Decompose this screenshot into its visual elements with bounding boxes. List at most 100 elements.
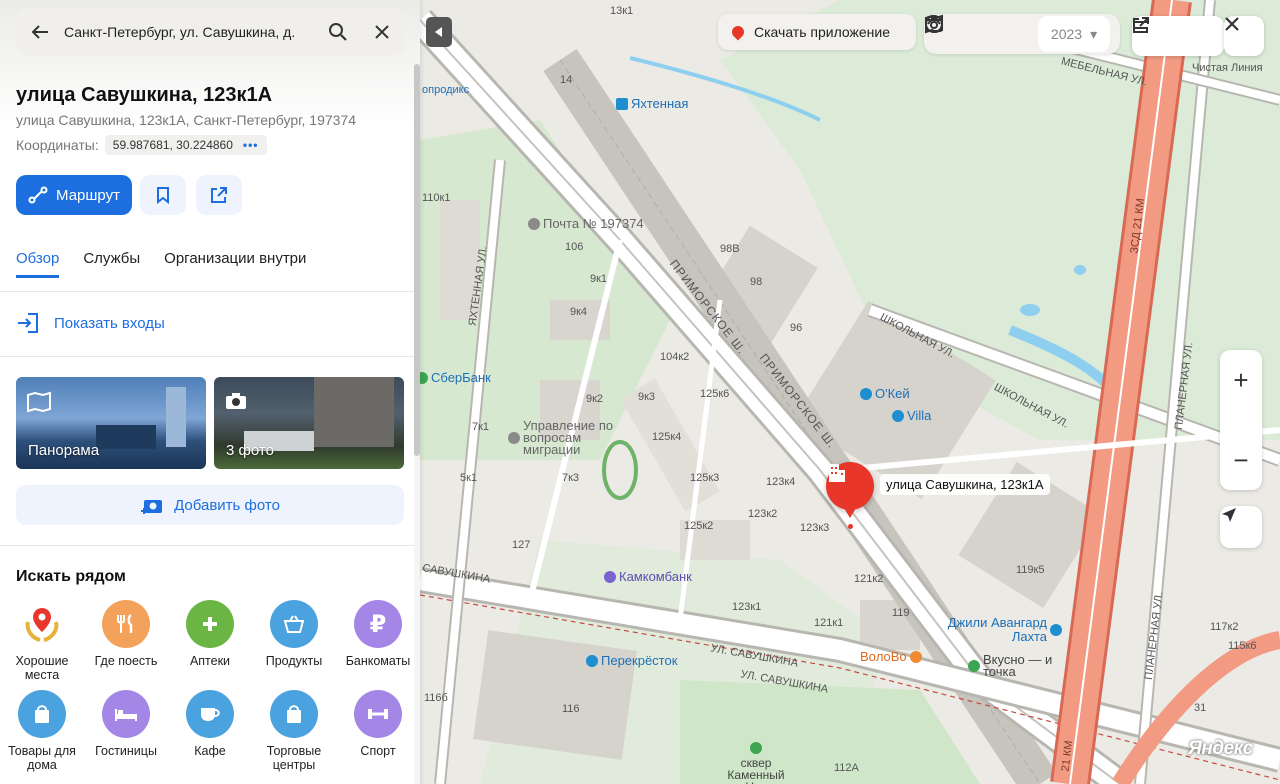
scrollbar-thumb[interactable] — [414, 64, 420, 456]
more-icon[interactable]: ••• — [243, 138, 259, 152]
metro-station[interactable]: Яхтенная — [616, 96, 688, 111]
nearby-cafe[interactable]: Кафе — [168, 690, 252, 758]
nearby-atm[interactable]: ₽ Банкоматы — [336, 600, 420, 668]
poi-perekrestok[interactable]: Перекрёсток — [586, 653, 677, 668]
house-number: 119 — [892, 607, 910, 619]
tab-services[interactable]: Службы — [83, 250, 140, 278]
poi-djili[interactable]: Джили Авангард Лахта — [936, 616, 1062, 644]
house-number: 98 — [750, 276, 763, 288]
nearby-home-goods[interactable]: Товары для дома — [0, 690, 84, 772]
house-number: 96 — [790, 322, 803, 334]
coordinates-row: Координаты: 59.987681, 30.224860 ••• — [16, 135, 267, 155]
house-number: 117к2 — [1210, 621, 1239, 633]
house-number: 116 — [562, 703, 580, 715]
house-number: 7к3 — [562, 472, 580, 484]
coordinates-label: Координаты: — [16, 137, 99, 153]
poi-sberbank[interactable]: СберБанк — [420, 370, 491, 385]
house-number: 112А — [834, 762, 859, 774]
nearby-groceries[interactable]: Продукты — [252, 600, 336, 668]
show-entrances-link[interactable]: Показать входы — [16, 312, 165, 334]
tab-overview[interactable]: Обзор — [16, 250, 60, 278]
place-address: улица Савушкина, 123к1А, Санкт-Петербург… — [16, 112, 357, 128]
bookmark-button[interactable] — [140, 175, 186, 215]
camera-icon — [226, 393, 246, 409]
back-button[interactable] — [16, 24, 64, 40]
place-label: Чистая Линия — [1192, 62, 1263, 74]
map-book-icon[interactable] — [925, 14, 994, 49]
bookmark-icon — [157, 187, 169, 204]
house-number: 125к2 — [684, 520, 714, 532]
nearby-food[interactable]: Где поесть — [84, 600, 168, 668]
ruble-icon: ₽ — [354, 600, 402, 648]
map-canvas[interactable]: ПРИМОРСКОЕ Ш. ПРИМОРСКОЕ Ш. ЯХТЕННАЯ УЛ.… — [420, 0, 1280, 784]
sidebar-scrollbar[interactable] — [414, 64, 420, 784]
house-number: 104к2 — [660, 351, 690, 363]
share-button[interactable] — [196, 175, 242, 215]
poi-post[interactable]: Почта № 197374 — [528, 216, 644, 231]
house-number: 9к1 — [590, 273, 608, 285]
poi-villa[interactable]: Villa — [892, 408, 931, 423]
location-marker[interactable] — [826, 462, 874, 518]
add-photo-icon — [141, 500, 163, 514]
building-icon — [829, 464, 845, 482]
divider — [0, 545, 414, 546]
zoom-in-button[interactable]: + — [1220, 350, 1262, 410]
house-number: 9к2 — [586, 393, 604, 405]
poi-migration[interactable]: Управление по вопросам миграции — [508, 419, 628, 456]
place-label: опродикс — [422, 84, 470, 96]
poi-okey[interactable]: О'Кей — [860, 386, 910, 401]
zoom-out-button[interactable]: − — [1220, 430, 1262, 490]
panorama-thumbnail[interactable]: Панорама — [16, 377, 206, 469]
coordinates-value[interactable]: 59.987681, 30.224860 ••• — [104, 135, 267, 155]
search-button[interactable] — [316, 22, 360, 42]
plus-icon — [186, 600, 234, 648]
photos-thumbnail[interactable]: 3 фото — [214, 377, 404, 469]
dumbbell-icon — [354, 690, 402, 738]
download-app-button[interactable]: Скачать приложение — [718, 14, 916, 50]
close-icon — [375, 25, 389, 39]
close-map-button[interactable] — [1224, 16, 1264, 56]
add-photo-button[interactable]: Добавить фото — [16, 485, 404, 525]
poi-kamkombank[interactable]: Камкомбанк — [604, 569, 692, 584]
camera-layer-icon[interactable] — [925, 17, 1028, 49]
nearby-sport[interactable]: Спорт — [336, 690, 420, 758]
zoom-controls: + − — [1220, 350, 1262, 490]
clear-search-button[interactable] — [360, 25, 404, 39]
house-number: 106 — [565, 241, 584, 253]
menu-icon[interactable] — [1134, 16, 1224, 56]
arrow-left-icon — [31, 25, 48, 39]
poi-skver[interactable]: сквер Каменный Нос — [716, 742, 796, 784]
house-number: 14 — [560, 74, 573, 86]
poi-vkusno[interactable]: Вкусно — и точка — [968, 653, 1078, 678]
search-input[interactable] — [64, 24, 316, 40]
map-view-controls — [1132, 16, 1224, 56]
marker-point — [848, 524, 853, 529]
poi-bolobo[interactable]: BoлoBo — [860, 649, 922, 664]
house-number: 13к1 — [610, 5, 634, 17]
close-icon — [1225, 17, 1239, 31]
nearby-good-places[interactable]: Хорошие места — [0, 600, 84, 682]
collapse-sidebar-button[interactable] — [426, 17, 452, 47]
panorama-icon — [27, 391, 51, 413]
nearby-pharmacy[interactable]: Аптеки — [168, 600, 252, 668]
house-number: 119к5 — [1016, 564, 1045, 576]
locate-button[interactable] — [1220, 506, 1262, 548]
yandex-logo: Яндекс — [1188, 738, 1253, 759]
house-number: 125к3 — [690, 472, 720, 484]
house-number: 116б — [424, 692, 448, 704]
share-icon — [211, 187, 227, 203]
house-number: 115к6 — [1228, 640, 1257, 652]
nearby-hotels[interactable]: Гостиницы — [84, 690, 168, 758]
tab-organizations[interactable]: Организации внутри — [164, 250, 306, 278]
house-number: 9к4 — [570, 306, 588, 318]
fork-knife-icon — [102, 600, 150, 648]
year-select[interactable]: 2023 ▾ — [1038, 16, 1110, 52]
house-number: 123к4 — [766, 476, 796, 488]
route-button[interactable]: Маршрут — [16, 175, 132, 215]
nearby-malls[interactable]: Торговые центры — [252, 690, 336, 772]
divider — [0, 291, 414, 292]
navigation-arrow-icon — [1222, 508, 1236, 522]
bed-icon — [102, 690, 150, 738]
house-number: 9к3 — [638, 391, 656, 403]
place-sidebar: улица Савушкина, 123к1А улица Савушкина,… — [0, 0, 420, 784]
